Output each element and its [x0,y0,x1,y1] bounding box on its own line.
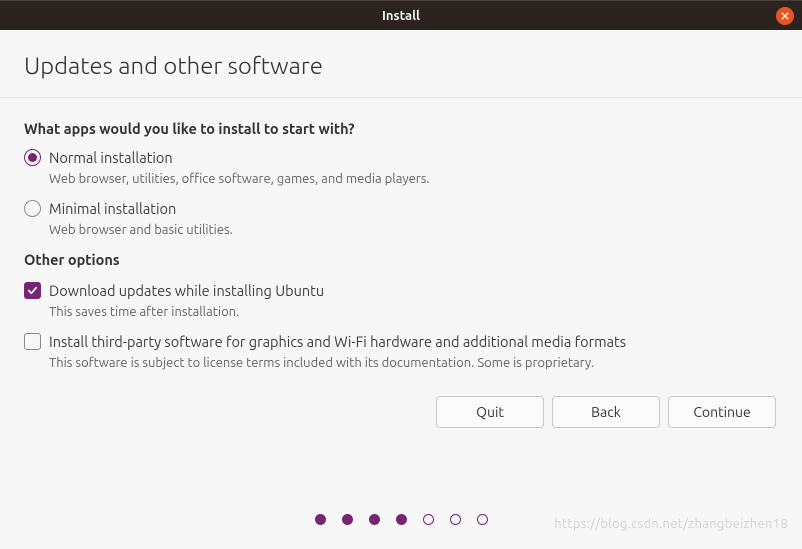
page-title: Updates and other software [0,52,802,98]
option-thirdparty[interactable]: Install third-party software for graphic… [24,333,778,350]
option-minimal-label: Minimal installation [49,200,176,217]
close-button[interactable] [776,7,794,25]
watermark: https://blog.csdn.net/zhangbeizhen18 [554,517,788,531]
progress-dot [315,514,326,525]
content-area: Updates and other software What apps wou… [0,30,802,502]
progress-dot [423,514,434,525]
option-normal-label: Normal installation [49,149,173,166]
radio-normal[interactable] [24,149,41,166]
option-thirdparty-desc: This software is subject to license term… [49,356,778,370]
continue-button[interactable]: Continue [668,396,776,428]
window-title: Install [382,9,420,23]
checkbox-download-updates[interactable] [24,282,41,299]
check-icon [27,285,38,296]
button-row: Quit Back Continue [24,396,778,428]
progress-dot [342,514,353,525]
option-normal[interactable]: Normal installation [24,149,778,166]
option-minimal-desc: Web browser and basic utilities. [49,223,778,237]
checkbox-thirdparty[interactable] [24,333,41,350]
progress-dot [369,514,380,525]
form-area: What apps would you like to install to s… [24,98,778,428]
other-options-title: Other options [24,251,778,268]
option-download-desc: This saves time after installation. [49,305,778,319]
progress-dot [477,514,488,525]
option-thirdparty-label: Install third-party software for graphic… [49,333,626,350]
radio-minimal[interactable] [24,200,41,217]
back-button[interactable]: Back [552,396,660,428]
option-download-updates[interactable]: Download updates while installing Ubuntu [24,282,778,299]
option-minimal[interactable]: Minimal installation [24,200,778,217]
option-normal-desc: Web browser, utilities, office software,… [49,172,778,186]
progress-dot [450,514,461,525]
quit-button[interactable]: Quit [436,396,544,428]
progress-dot [396,514,407,525]
install-question: What apps would you like to install to s… [24,120,778,137]
titlebar: Install [0,0,802,30]
option-download-label: Download updates while installing Ubuntu [49,282,324,299]
close-icon [781,12,789,20]
